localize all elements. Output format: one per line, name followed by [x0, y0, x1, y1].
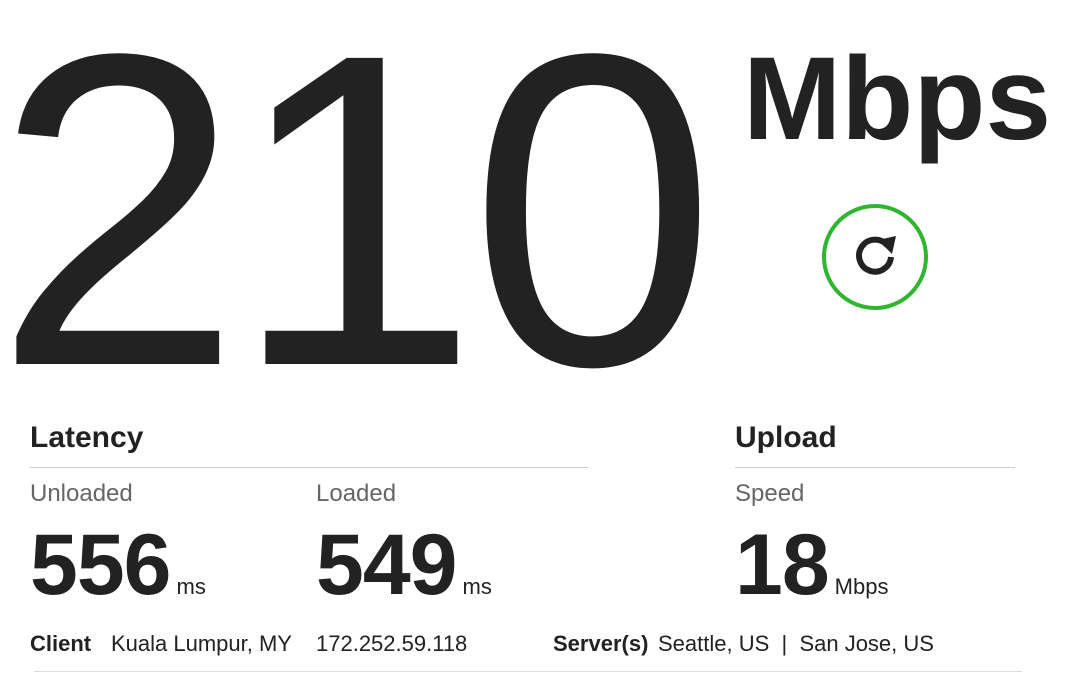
unloaded-latency-unit: ms	[176, 574, 206, 599]
unloaded-label: Unloaded	[30, 480, 133, 507]
unloaded-latency: 556 ms	[30, 520, 206, 610]
bottom-divider	[34, 671, 1022, 672]
upload-speed-label: Speed	[735, 480, 805, 507]
client-location: Kuala Lumpur, MY	[111, 631, 292, 656]
loaded-latency-value: 549	[316, 517, 457, 613]
servers-label: Server(s)	[553, 631, 649, 656]
download-speed-value: 210	[0, 0, 716, 459]
upload-speed-value: 18	[735, 517, 830, 613]
refresh-button[interactable]	[822, 204, 928, 310]
latency-title: Latency	[30, 421, 144, 454]
upload-speed-unit: Mbps	[834, 574, 889, 599]
loaded-label: Loaded	[316, 480, 397, 507]
client-label: Client	[30, 631, 92, 656]
servers-list: Seattle, US | San Jose, US	[658, 631, 934, 656]
download-speed-units: Mbps	[743, 33, 1052, 165]
latency-divider	[30, 467, 588, 468]
speed-test-page: 210 Mbps Latency Unloaded Loaded 556 ms 5…	[0, 0, 1067, 674]
loaded-latency: 549 ms	[316, 520, 492, 610]
refresh-icon	[847, 227, 903, 288]
upload-title: Upload	[735, 421, 837, 454]
upload-divider	[735, 467, 1015, 468]
upload-speed: 18 Mbps	[735, 520, 888, 610]
client-ip: 172.252.59.118	[316, 631, 468, 656]
loaded-latency-unit: ms	[462, 574, 492, 599]
unloaded-latency-value: 556	[30, 517, 171, 613]
